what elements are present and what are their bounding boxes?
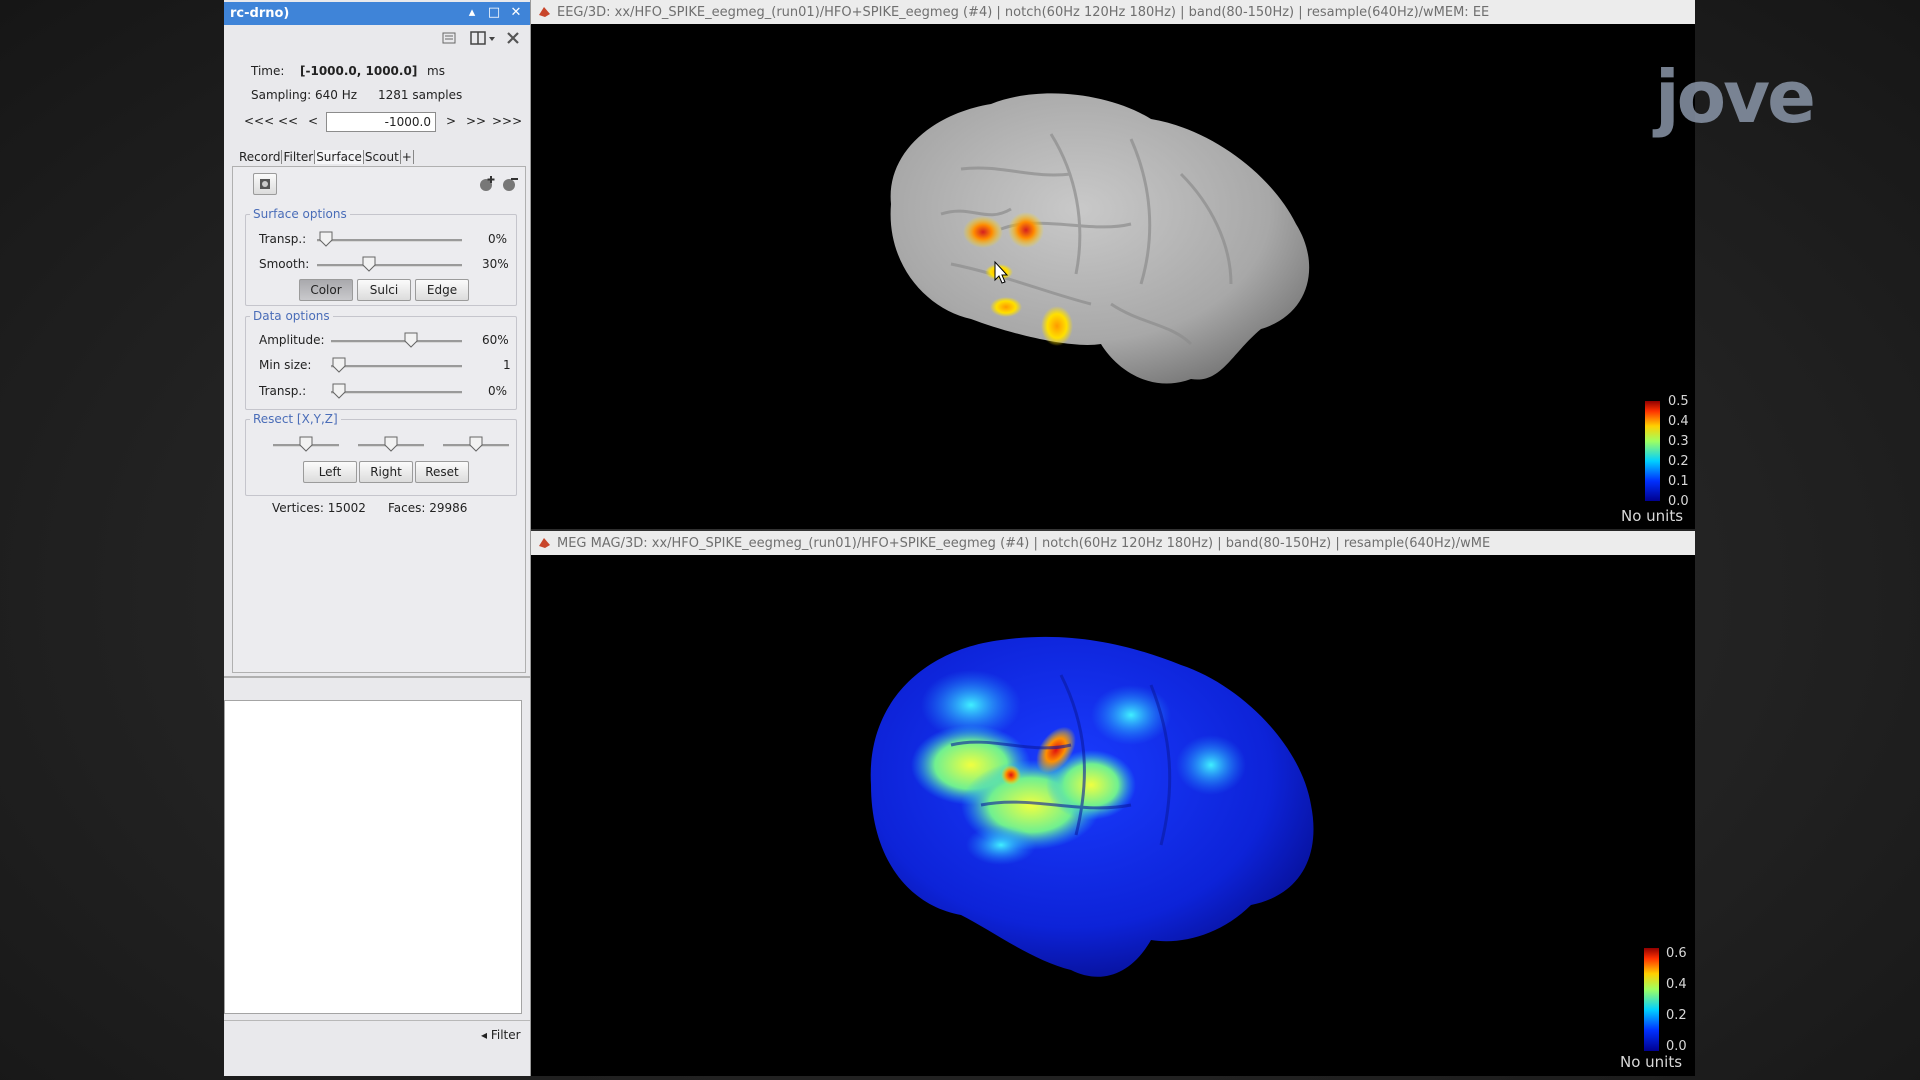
eeg-colorbar-tick: 0.3 — [1668, 434, 1689, 449]
nav-back-button[interactable]: < — [308, 114, 318, 132]
resect-right-button[interactable]: Right — [359, 461, 413, 483]
resect-title: Resect [X,Y,Z] — [250, 412, 341, 426]
time-range: [-1000.0, 1000.0] — [300, 64, 418, 78]
minsize-value: 1 — [503, 358, 511, 372]
eeg-colorbar-tick: 0.5 — [1668, 394, 1689, 409]
surface-icon — [260, 179, 270, 189]
amplitude-value: 60% — [482, 333, 509, 347]
tab-bar: Record Filter Surface Scout + — [238, 146, 414, 166]
nav-forward-button[interactable]: > — [446, 114, 456, 132]
surface-options-title: Surface options — [250, 207, 350, 221]
layout-menu-icon[interactable] — [470, 31, 496, 45]
filter-label: Filter — [490, 1028, 521, 1042]
resect-x-thumb[interactable] — [299, 436, 313, 452]
eeg-colorbar-tick: 0.4 — [1668, 414, 1689, 429]
amplitude-label: Amplitude: — [259, 333, 325, 347]
time-unit: ms — [427, 64, 445, 78]
meg-figure-title-bar: MEG MAG/3D: xx/HFO_SPIKE_eegmeg_(run01)/… — [531, 531, 1695, 555]
panel-divider[interactable] — [224, 676, 530, 678]
amplitude-thumb[interactable] — [404, 332, 418, 348]
matlab-figure-icon — [539, 538, 550, 548]
panel-title: rc-drno) — [230, 6, 290, 21]
resect-z-thumb[interactable] — [469, 436, 483, 452]
tab-record[interactable]: Record — [238, 150, 283, 164]
edge-button[interactable]: Edge — [415, 279, 469, 301]
sampling-rate: Sampling: 640 Hz — [251, 88, 358, 102]
filter-divider — [224, 1020, 530, 1021]
meg-colorbar — [1644, 948, 1659, 1051]
resect-left-button[interactable]: Left — [303, 461, 357, 483]
tab-filter[interactable]: Filter — [282, 150, 316, 164]
eeg-units-label: No units — [1621, 507, 1684, 525]
minsize-thumb[interactable] — [332, 357, 346, 373]
list-icon[interactable] — [442, 31, 456, 45]
eeg-figure-window: EEG/3D: xx/HFO_SPIKE_eegmeg_(run01)/HFO+… — [531, 0, 1695, 529]
meg-brain-view[interactable] — [531, 555, 1695, 1076]
minsize-label: Min size: — [259, 358, 312, 372]
control-panel: rc-drno) ▴ □ ✕ Time: [-1000.0, 1000.0] m… — [224, 0, 531, 1076]
meg-colorbar-tick: 0.4 — [1666, 977, 1687, 992]
surface-transp-label: Transp.: — [259, 232, 307, 246]
faces-count: Faces: 29986 — [388, 501, 468, 515]
eeg-colorbar-tick: 0.2 — [1668, 454, 1689, 469]
resect-group — [245, 419, 517, 496]
surface-transp-thumb[interactable] — [319, 231, 333, 247]
panel-toolbar — [224, 26, 530, 52]
process-list[interactable] — [224, 700, 522, 1014]
data-transp-thumb[interactable] — [332, 383, 346, 399]
matlab-figure-icon — [539, 7, 550, 17]
resect-y-thumb[interactable] — [384, 436, 398, 452]
close-panel-icon[interactable] — [506, 31, 520, 45]
sulci-button[interactable]: Sulci — [357, 279, 411, 301]
filter-toggle[interactable]: ◂ Filter — [481, 1028, 521, 1042]
maximize-icon[interactable]: □ — [486, 5, 502, 21]
surface-transp-value: 0% — [488, 232, 508, 246]
tab-surface[interactable]: Surface — [315, 150, 364, 164]
panel-title-bar: rc-drno) ▴ □ ✕ — [224, 2, 530, 25]
brain-surface — [890, 93, 1310, 384]
amplitude-slider[interactable] — [331, 340, 462, 343]
eeg-figure-title-bar: EEG/3D: xx/HFO_SPIKE_eegmeg_(run01)/HFO+… — [531, 0, 1695, 24]
smooth-slider[interactable] — [317, 264, 462, 267]
pin-icon[interactable]: ▴ — [464, 5, 480, 21]
meg-colorbar-tick: 0.0 — [1666, 1039, 1687, 1054]
data-transp-label: Transp.: — [259, 384, 307, 398]
sample-count: 1281 samples — [378, 88, 463, 102]
minsize-slider[interactable] — [331, 365, 462, 368]
nav-last-button[interactable]: >>> — [492, 114, 522, 132]
eeg-colorbar-tick: 0.1 — [1668, 474, 1689, 489]
meg-figure-title: MEG MAG/3D: xx/HFO_SPIKE_eegmeg_(run01)/… — [557, 536, 1491, 551]
data-transp-value: 0% — [488, 384, 508, 398]
smooth-value: 30% — [482, 257, 509, 271]
color-button[interactable]: Color — [299, 279, 353, 301]
surface-transp-slider[interactable] — [317, 239, 462, 242]
data-transp-slider[interactable] — [331, 391, 462, 394]
data-options-title: Data options — [250, 309, 333, 323]
surface-icon-button[interactable] — [253, 173, 277, 195]
meg-figure-window: MEG MAG/3D: xx/HFO_SPIKE_eegmeg_(run01)/… — [531, 531, 1695, 1076]
meg-colorbar-tick: 0.2 — [1666, 1008, 1687, 1023]
eeg-colorbar — [1645, 401, 1660, 501]
add-surface-icon[interactable] — [478, 175, 496, 193]
time-label: Time: — [251, 64, 285, 78]
nav-first-button[interactable]: <<< — [244, 114, 274, 132]
jove-watermark: jove — [1655, 55, 1816, 139]
tab-add[interactable]: + — [401, 150, 414, 164]
remove-surface-icon[interactable] — [501, 175, 519, 193]
smooth-label: Smooth: — [259, 257, 310, 271]
tab-scout[interactable]: Scout — [364, 150, 401, 164]
time-input[interactable]: -1000.0 — [326, 112, 436, 132]
resect-reset-button[interactable]: Reset — [415, 461, 469, 483]
eeg-figure-title: EEG/3D: xx/HFO_SPIKE_eegmeg_(run01)/HFO+… — [557, 5, 1490, 20]
vertices-count: Vertices: 15002 — [272, 501, 366, 515]
smooth-thumb[interactable] — [362, 256, 376, 272]
nav-back-fast-button[interactable]: << — [278, 114, 298, 132]
eeg-brain-view[interactable] — [531, 24, 1695, 529]
nav-forward-fast-button[interactable]: >> — [466, 114, 486, 132]
close-icon[interactable]: ✕ — [508, 5, 524, 21]
surface-tab-content: Surface options Transp.: 0% Smooth: 30% … — [232, 166, 526, 673]
meg-colorbar-tick: 0.6 — [1666, 946, 1687, 961]
meg-units-label: No units — [1620, 1053, 1683, 1071]
